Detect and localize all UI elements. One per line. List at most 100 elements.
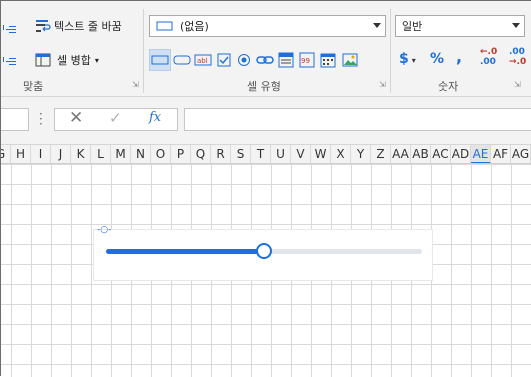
- column-header-h[interactable]: H: [11, 145, 31, 163]
- combo-list-icon: [278, 52, 294, 68]
- column-header-k[interactable]: K: [71, 145, 91, 163]
- text-box-icon: abl: [194, 54, 212, 66]
- cell-type-dropdown[interactable]: (없음): [149, 15, 386, 37]
- cell-style-rounded-button[interactable]: [171, 49, 193, 71]
- align-indent-button[interactable]: [3, 17, 17, 39]
- column-header-z[interactable]: Z: [371, 145, 391, 163]
- slider-fill: [106, 249, 264, 254]
- cell-style-hyperlink-button[interactable]: [254, 49, 276, 71]
- image-icon: [342, 53, 358, 67]
- column-header-ad[interactable]: AD: [451, 145, 471, 163]
- column-header-y[interactable]: Y: [351, 145, 371, 163]
- group-divider: [143, 9, 144, 93]
- column-header-u[interactable]: U: [271, 145, 291, 163]
- svg-text:abl: abl: [197, 57, 208, 65]
- anchor-handle-icon[interactable]: -○-: [97, 226, 111, 235]
- wrap-text-button[interactable]: 텍스트 줄 바꿈: [35, 15, 122, 37]
- chevron-down-icon: [512, 23, 520, 28]
- cell-style-plain-button[interactable]: [149, 49, 171, 71]
- hyperlink-icon: [256, 56, 274, 64]
- column-header-n[interactable]: N: [131, 145, 151, 163]
- column-header-w[interactable]: W: [311, 145, 331, 163]
- column-header-l[interactable]: L: [91, 145, 111, 163]
- more-options-icon[interactable]: · · ·: [39, 108, 43, 130]
- align-outdent-button[interactable]: [3, 49, 17, 71]
- app-window: 텍스트 줄 바꿈 셀 병합 ▾ 맞춤 ⇲ (없음) abl 99 셀 유형 ⇲ …: [0, 0, 531, 377]
- decrease-indent-icon: [3, 54, 17, 66]
- column-header-af[interactable]: AF: [491, 145, 511, 163]
- cell-style-checkbox-button[interactable]: [213, 49, 235, 71]
- calendar-icon: [320, 53, 336, 68]
- formula-input[interactable]: [184, 108, 531, 131]
- decrease-decimal-button[interactable]: .00 →.0: [509, 47, 526, 67]
- cell-style-image-button[interactable]: [339, 49, 361, 71]
- percent-button[interactable]: %: [430, 51, 444, 67]
- number-format-dropdown[interactable]: 일반: [395, 15, 525, 37]
- numbered-list-icon: 99: [299, 52, 315, 68]
- increase-decimal-label: .00: [480, 57, 496, 67]
- column-header-j[interactable]: J: [51, 145, 71, 163]
- number-format-value: 일반: [402, 20, 423, 33]
- column-header-ag[interactable]: AG: [511, 145, 531, 163]
- merge-cells-button[interactable]: 셀 병합 ▾: [35, 49, 99, 71]
- increase-indent-icon: [3, 22, 17, 34]
- column-header-m[interactable]: M: [111, 145, 131, 163]
- column-header-i[interactable]: I: [31, 145, 51, 163]
- ribbon: 텍스트 줄 바꿈 셀 병합 ▾ 맞춤 ⇲ (없음) abl 99 셀 유형 ⇲ …: [1, 1, 531, 97]
- wrap-text-icon: [36, 20, 51, 32]
- alignment-launcher-icon[interactable]: ⇲: [132, 81, 139, 89]
- column-header-ac[interactable]: AC: [431, 145, 451, 163]
- cell-type-launcher-icon[interactable]: ⇲: [379, 81, 386, 89]
- column-header-o[interactable]: O: [151, 145, 171, 163]
- wrap-text-label: 텍스트 줄 바꿈: [54, 20, 122, 33]
- column-header-ab[interactable]: AB: [411, 145, 431, 163]
- cell-type-group-label: 셀 유형: [247, 80, 281, 93]
- cell-style-list-button[interactable]: [275, 49, 297, 71]
- cell-style-numbered-button[interactable]: 99: [296, 49, 318, 71]
- radio-icon: [238, 54, 250, 66]
- alignment-group-label: 맞춤: [23, 80, 44, 93]
- column-header-q[interactable]: Q: [191, 145, 211, 163]
- column-header-t[interactable]: T: [251, 145, 271, 163]
- cancel-icon[interactable]: ✕: [69, 108, 83, 128]
- percent-label: %: [430, 51, 445, 67]
- cell-type-value: (없음): [180, 20, 209, 33]
- formula-bar: · · · ✕ ✓ fx: [1, 97, 531, 145]
- column-header-row: GHIJKLMNOPQRSTUVWXYZAAABACADAEAFAG: [1, 145, 531, 164]
- cell-style-preview-icon: [156, 21, 173, 31]
- slider-track[interactable]: [106, 243, 422, 259]
- insert-function-icon[interactable]: fx: [149, 110, 161, 125]
- column-header-ae[interactable]: AE: [471, 145, 491, 163]
- rounded-border-icon: [173, 55, 191, 65]
- number-launcher-icon[interactable]: ⇲: [514, 81, 521, 89]
- plain-border-icon: [151, 55, 169, 65]
- merge-dropdown-caret[interactable]: ▾: [95, 56, 99, 65]
- decrease-decimal-label: .00: [509, 47, 525, 57]
- decrease-decimal-arrow-icon: →.0: [509, 57, 527, 67]
- cell-style-calendar-button[interactable]: [317, 49, 339, 71]
- column-header-v[interactable]: V: [291, 145, 311, 163]
- merge-cells-label: 셀 병합: [57, 54, 91, 67]
- cell-style-text-button[interactable]: abl: [192, 49, 214, 71]
- comma-style-button[interactable]: ,: [456, 47, 462, 66]
- slider-thumb[interactable]: [256, 243, 272, 259]
- merge-cells-icon: [35, 53, 51, 67]
- checkbox-icon: [217, 53, 231, 67]
- currency-dropdown-caret[interactable]: ▾: [412, 56, 416, 65]
- slider-control: -○-: [93, 226, 433, 281]
- increase-decimal-button[interactable]: ←.0 .00: [480, 47, 497, 67]
- column-header-aa[interactable]: AA: [391, 145, 411, 163]
- chevron-down-icon: [373, 23, 381, 28]
- confirm-icon[interactable]: ✓: [109, 109, 122, 127]
- column-header-x[interactable]: X: [331, 145, 351, 163]
- column-header-p[interactable]: P: [171, 145, 191, 163]
- name-box[interactable]: [1, 108, 29, 131]
- column-header-g[interactable]: G: [1, 145, 11, 163]
- column-header-r[interactable]: R: [211, 145, 231, 163]
- group-divider: [390, 9, 391, 93]
- currency-button[interactable]: $ ▾: [399, 51, 416, 67]
- currency-label: $: [399, 51, 409, 67]
- number-group-label: 숫자: [438, 80, 459, 93]
- cell-style-radio-button[interactable]: [233, 49, 255, 71]
- column-header-s[interactable]: S: [231, 145, 251, 163]
